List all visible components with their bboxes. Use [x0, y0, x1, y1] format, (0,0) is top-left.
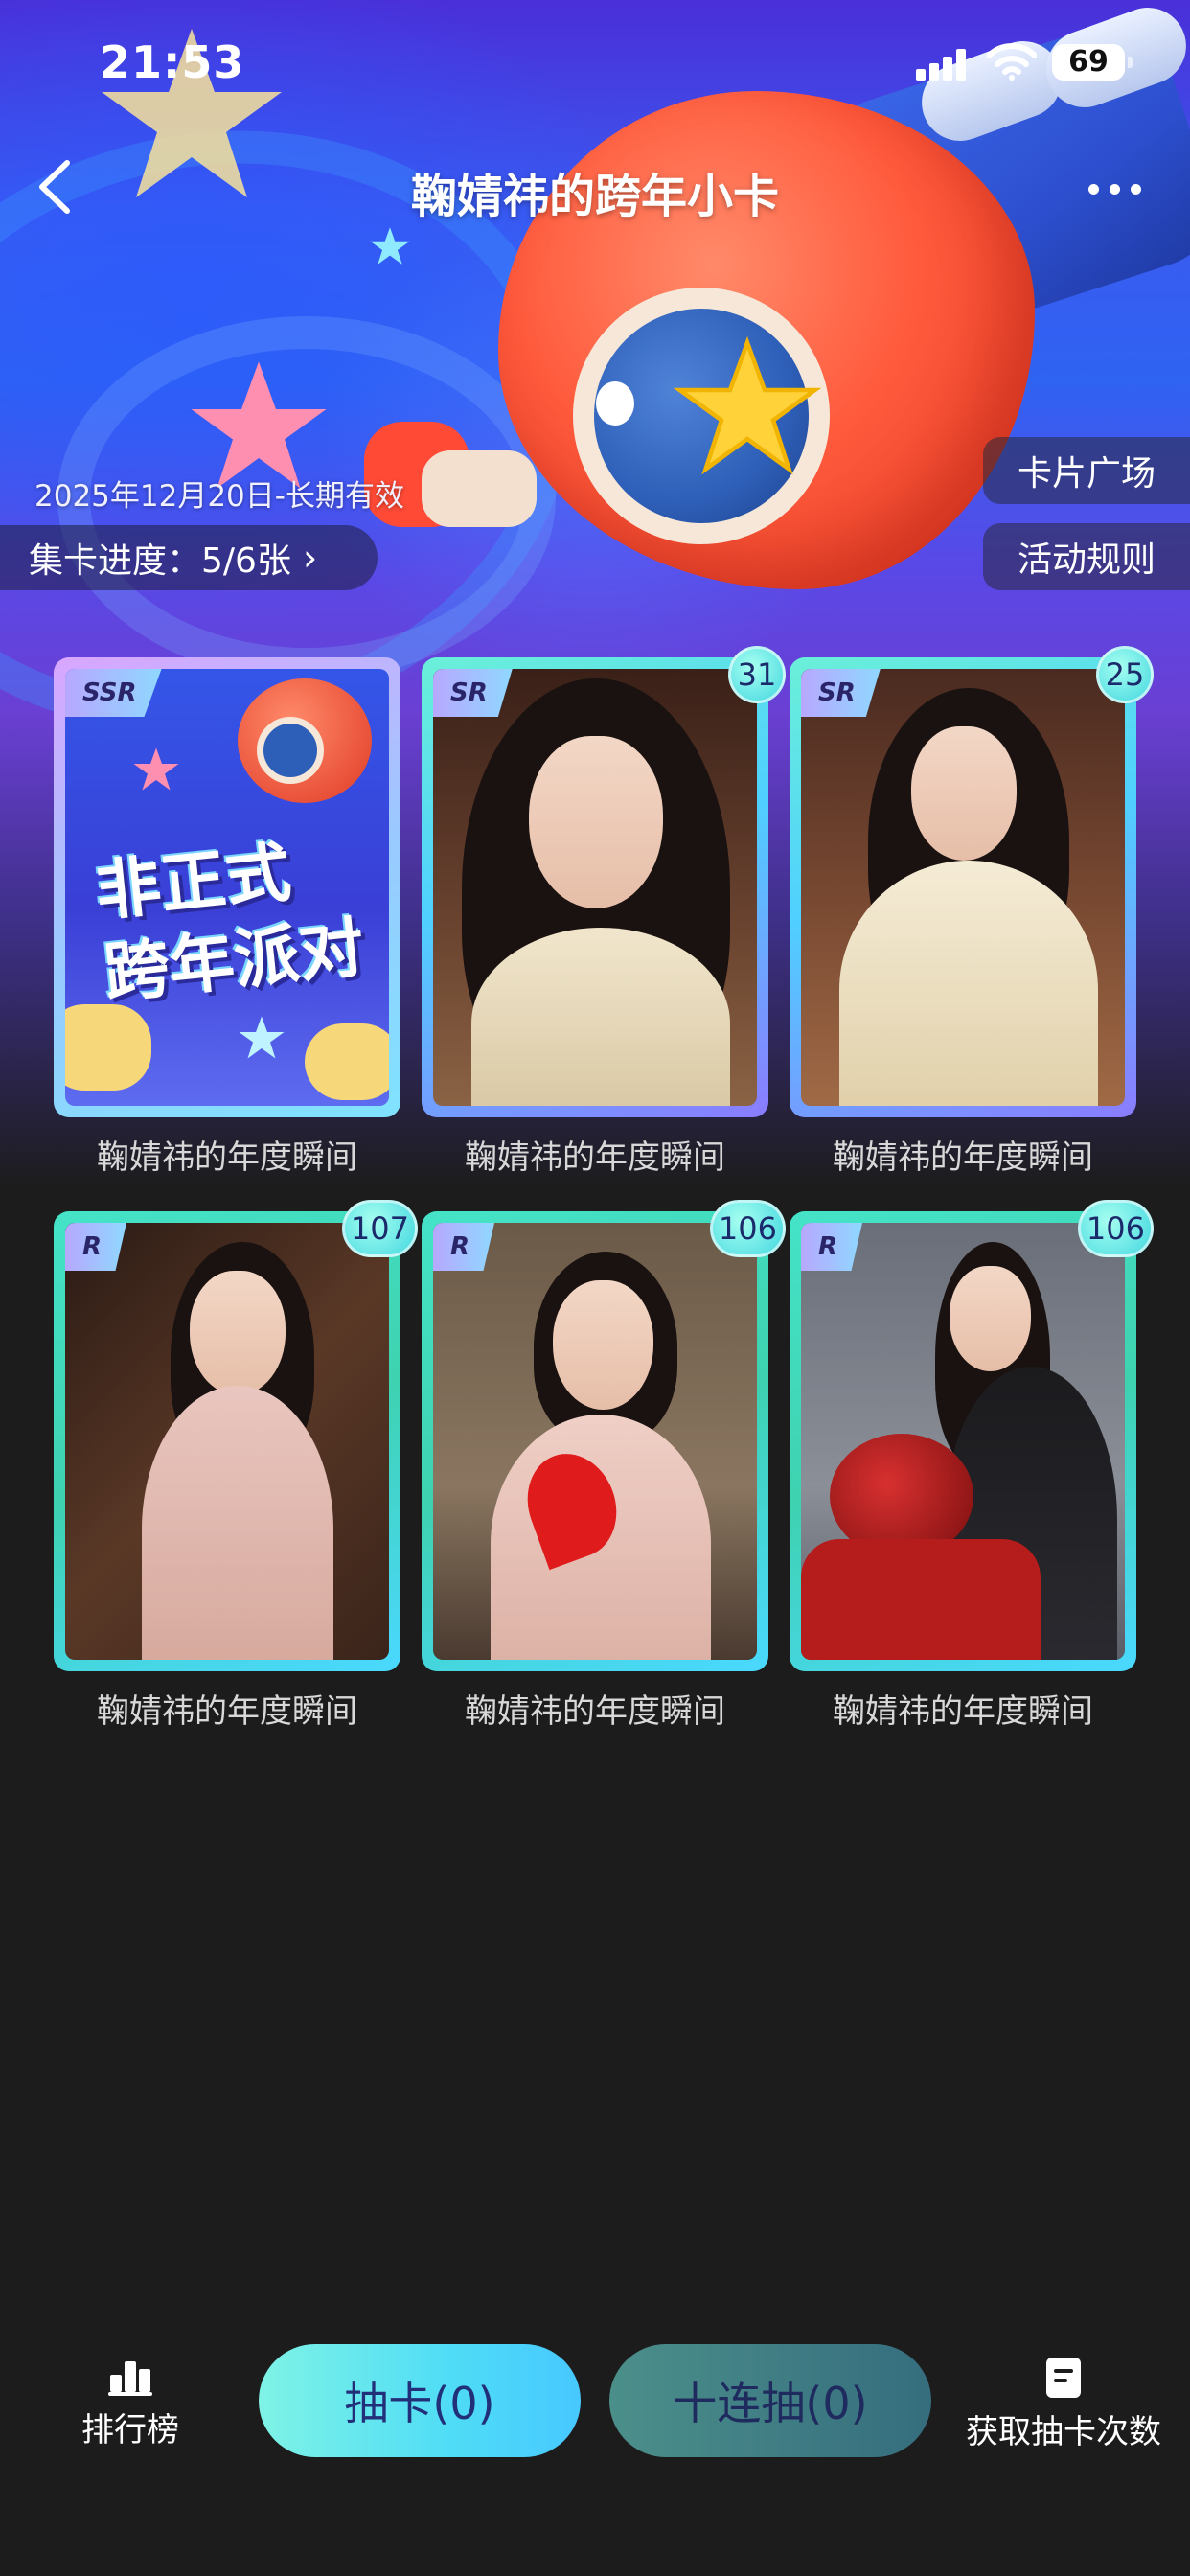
chevron-right-icon: › — [302, 537, 318, 579]
validity-text: 2025年12月20日-长期有效 — [34, 479, 404, 514]
photo-dress — [142, 1386, 333, 1660]
photo-face — [529, 736, 663, 908]
more-icon-dot — [1110, 184, 1120, 195]
card-frame: SR 31 — [422, 646, 786, 1117]
card-photo — [433, 669, 757, 1106]
art-star-icon — [133, 748, 179, 791]
card-image: 非正式 跨年派对 SSR — [65, 669, 389, 1106]
card-frame: SR 25 — [790, 646, 1154, 1117]
art-star-icon — [239, 1016, 285, 1059]
mascot-eye — [596, 381, 634, 426]
card-item[interactable]: R 106 鞠婧祎的年度瞬间 — [790, 1200, 1154, 1732]
document-icon — [1046, 2358, 1081, 2398]
photo-face — [553, 1280, 653, 1410]
art-blob — [305, 1024, 389, 1100]
mascot-star-icon — [673, 335, 822, 475]
activity-rules-button[interactable]: 活动规则 — [983, 523, 1190, 590]
status-time: 21:53 — [100, 36, 245, 88]
more-button[interactable] — [1081, 171, 1150, 205]
card-image: R — [433, 1223, 757, 1660]
battery-indicator: 69 — [1052, 44, 1133, 80]
collection-progress-label: 集卡进度：5/6张 — [29, 541, 291, 581]
card-item[interactable]: 非正式 跨年派对 SSR 鞠婧祎的年度瞬间 — [54, 657, 400, 1178]
card-count-badge: 25 — [1096, 646, 1154, 703]
card-frame: R 107 — [54, 1200, 418, 1671]
ranking-label: 排行榜 — [81, 2411, 179, 2450]
get-draws-button[interactable]: 获取抽卡次数 — [958, 2358, 1169, 2452]
card-label: 鞠婧祎的年度瞬间 — [97, 1692, 357, 1731]
more-icon — [1088, 184, 1099, 195]
card-art: 非正式 跨年派对 — [65, 669, 389, 1106]
card-frame: R 106 — [790, 1200, 1154, 1671]
card-photo — [433, 1223, 757, 1660]
photo-dress — [471, 928, 730, 1106]
card-label: 鞠婧祎的年度瞬间 — [465, 1138, 725, 1177]
card-label: 鞠婧祎的年度瞬间 — [833, 1138, 1093, 1177]
ranking-button[interactable]: 排行榜 — [63, 2358, 197, 2450]
status-bar: 21:53 69 — [0, 0, 1190, 125]
card-plaza-button[interactable]: 卡片广场 — [983, 437, 1190, 504]
collection-progress[interactable]: 集卡进度：5/6张 › — [0, 525, 378, 590]
card-label: 鞠婧祎的年度瞬间 — [833, 1692, 1093, 1731]
card-frame: 非正式 跨年派对 SSR — [54, 657, 400, 1117]
get-draws-label: 获取抽卡次数 — [966, 2413, 1161, 2451]
mascot-arm — [422, 450, 537, 527]
card-photo — [801, 1223, 1125, 1660]
card-count-badge: 31 — [728, 646, 786, 703]
card-count-badge: 107 — [341, 1200, 418, 1257]
card-photo — [801, 669, 1125, 1106]
card-image: SR — [801, 669, 1125, 1106]
card-item[interactable]: SR 31 鞠婧祎的年度瞬间 — [422, 646, 786, 1178]
card-image: R — [65, 1223, 389, 1660]
page-title: 鞠婧祎的跨年小卡 — [410, 170, 779, 223]
card-item[interactable]: R 106 鞠婧祎的年度瞬间 — [422, 1200, 786, 1732]
card-photo — [65, 1223, 389, 1660]
card-art-title: 非正式 跨年派对 — [92, 823, 385, 1016]
card-count-badge: 106 — [1077, 1200, 1154, 1257]
ten-draw-button[interactable]: 十连抽(0) — [609, 2344, 931, 2457]
art-blob — [65, 1004, 151, 1091]
wifi-icon — [987, 43, 1037, 80]
photo-face — [911, 726, 1017, 861]
card-label: 鞠婧祎的年度瞬间 — [97, 1138, 357, 1177]
draw-card-button[interactable]: 抽卡(0) — [259, 2344, 581, 2457]
decor-star-icon — [370, 227, 410, 264]
ranking-icon — [108, 2361, 152, 2396]
photo-face — [190, 1271, 286, 1395]
photo-face — [950, 1266, 1031, 1371]
card-image: SR — [433, 669, 757, 1106]
card-item[interactable]: SR 25 鞠婧祎的年度瞬间 — [790, 646, 1154, 1178]
card-image: R — [801, 1223, 1125, 1660]
card-item[interactable]: R 107 鞠婧祎的年度瞬间 — [54, 1200, 418, 1732]
more-icon-dot — [1131, 184, 1141, 195]
art-mascot-face — [257, 717, 324, 784]
card-count-badge: 106 — [709, 1200, 786, 1257]
card-label: 鞠婧祎的年度瞬间 — [465, 1692, 725, 1731]
card-frame: R 106 — [422, 1200, 786, 1671]
photo-bike — [801, 1539, 1041, 1660]
cellular-signal-icon — [916, 48, 970, 80]
photo-dress — [839, 861, 1098, 1106]
